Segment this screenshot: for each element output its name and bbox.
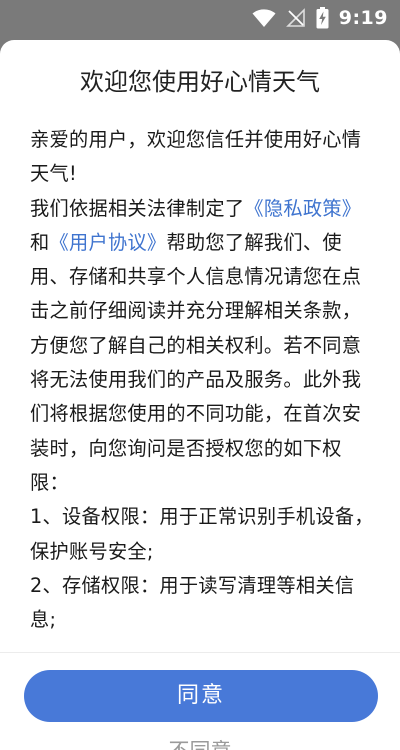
status-bar: 9:19: [0, 0, 400, 36]
body-rest-text: 帮助您了解我们、使用、存储和共享个人信息情况请您在点击之前仔细阅读并充分理解相关…: [30, 230, 362, 494]
divider: [0, 652, 400, 653]
wifi-icon: [252, 8, 276, 28]
permission-device: 1、设备权限：用于正常识别手机设备，保护账号安全;: [30, 505, 374, 563]
status-time: 9:19: [338, 7, 388, 29]
privacy-policy-link[interactable]: 《隐私政策》: [244, 197, 361, 220]
and-text: 和: [30, 230, 50, 254]
intro-text: 我们依据相关法律制定了: [30, 196, 245, 220]
status-icons: 9:19: [252, 6, 388, 30]
privacy-dialog: 欢迎您使用好心情天气 亲爱的用户，欢迎您信任并使用好心情天气! 我们依据相关法律…: [0, 40, 400, 750]
disagree-button[interactable]: 不同意: [0, 736, 400, 750]
dialog-title: 欢迎您使用好心情天气: [80, 68, 320, 96]
dialog-body: 亲爱的用户，欢迎您信任并使用好心情天气! 我们依据相关法律制定了《隐私政策》和《…: [30, 123, 374, 637]
user-agreement-link[interactable]: 《用户协议》: [50, 231, 167, 254]
agree-button[interactable]: 同意: [24, 670, 378, 722]
battery-charging-icon: [316, 7, 329, 29]
greeting-text: 亲爱的用户，欢迎您信任并使用好心情天气!: [30, 128, 362, 186]
permission-storage: 2、存储权限：用于读写清理等相关信息;: [30, 573, 355, 632]
no-signal-icon: [285, 8, 306, 28]
